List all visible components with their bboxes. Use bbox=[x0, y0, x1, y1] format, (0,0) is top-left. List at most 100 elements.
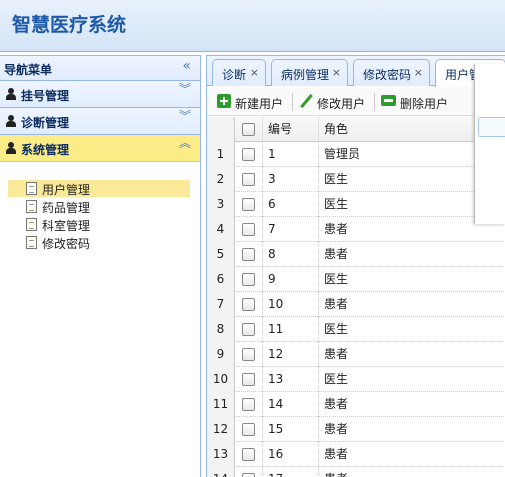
nav-section-registration[interactable]: 挂号管理 ︾ bbox=[0, 81, 200, 108]
row-checkbox[interactable] bbox=[242, 148, 255, 161]
table-row[interactable]: 8 11 医生 bbox=[207, 317, 505, 342]
user-role-cell: 医生 bbox=[324, 172, 349, 186]
row-select-cell bbox=[235, 292, 263, 317]
row-select-cell bbox=[235, 442, 263, 467]
table-row[interactable]: 12 15 患者 bbox=[207, 417, 505, 442]
menu-item[interactable] bbox=[478, 117, 505, 137]
tab-change-password[interactable]: 修改密码 × bbox=[353, 59, 430, 86]
row-select-cell bbox=[235, 142, 263, 167]
user-role-cell: 患者 bbox=[324, 297, 349, 311]
collapse-chevron-icon[interactable]: ︽ bbox=[179, 137, 191, 149]
user-icon bbox=[6, 115, 16, 127]
nav-item-label: 药品管理 bbox=[42, 201, 91, 215]
row-checkbox[interactable] bbox=[242, 198, 255, 211]
table-row[interactable]: 3 6 医生 bbox=[207, 192, 505, 217]
user-id-cell: 17 bbox=[263, 467, 319, 477]
table-row[interactable]: 2 3 医生 bbox=[207, 167, 505, 192]
row-select-cell bbox=[235, 167, 263, 192]
row-number-header bbox=[207, 117, 235, 142]
table-row[interactable]: 13 16 患者 bbox=[207, 442, 505, 467]
nav-section-system[interactable]: 系统管理 ︽ bbox=[0, 135, 200, 162]
user-id-cell: 1 bbox=[263, 142, 319, 167]
user-id-cell: 10 bbox=[263, 292, 319, 317]
row-checkbox[interactable] bbox=[242, 348, 255, 361]
row-number: 14 bbox=[207, 467, 235, 477]
close-icon[interactable]: × bbox=[332, 66, 341, 79]
row-number: 8 bbox=[207, 317, 235, 342]
column-header-role[interactable]: 角色 bbox=[319, 117, 479, 142]
tab-diagnosis[interactable]: 诊断 × bbox=[212, 59, 266, 86]
user-role-cell: 患者 bbox=[324, 447, 349, 461]
new-user-button[interactable]: 新建用户 bbox=[217, 92, 289, 112]
row-checkbox[interactable] bbox=[242, 398, 255, 411]
row-checkbox[interactable] bbox=[242, 423, 255, 436]
nav-item-change-password[interactable]: 修改密码 bbox=[8, 234, 190, 251]
row-number: 10 bbox=[207, 367, 235, 392]
user-role-cell: 患者 bbox=[324, 397, 349, 411]
table-row[interactable]: 14 17患者 bbox=[207, 467, 505, 477]
app-header: 智慧医疗系统 bbox=[0, 0, 505, 52]
dropdown-menu bbox=[474, 64, 505, 224]
add-icon bbox=[217, 94, 231, 108]
row-checkbox[interactable] bbox=[242, 248, 255, 261]
row-number: 9 bbox=[207, 342, 235, 367]
user-role-cell: 医生 bbox=[324, 322, 349, 336]
close-icon[interactable]: × bbox=[250, 66, 259, 79]
table-row[interactable]: 9 12 患者 bbox=[207, 342, 505, 367]
row-select-cell bbox=[235, 317, 263, 342]
table-row[interactable]: 5 8 患者 bbox=[207, 242, 505, 267]
close-icon[interactable]: × bbox=[414, 66, 423, 79]
nav-header: 导航菜单 « bbox=[0, 56, 200, 81]
row-number: 4 bbox=[207, 217, 235, 242]
table-row[interactable]: 4 7 患者 bbox=[207, 217, 505, 242]
remove-icon bbox=[381, 95, 396, 106]
nav-item-label: 用户管理 bbox=[42, 183, 91, 197]
table-row[interactable]: 10 13 医生 bbox=[207, 367, 505, 392]
table-row[interactable]: 1 1 管理员 bbox=[207, 142, 505, 167]
toolbar: 新建用户 修改用户 删除用户 bbox=[207, 87, 505, 116]
row-select-cell bbox=[235, 342, 263, 367]
nav-section-diagnosis[interactable]: 诊断管理 ︾ bbox=[0, 108, 200, 135]
row-checkbox[interactable] bbox=[242, 448, 255, 461]
row-checkbox[interactable] bbox=[242, 223, 255, 236]
row-checkbox[interactable] bbox=[242, 373, 255, 386]
expand-chevron-icon[interactable]: ︾ bbox=[179, 110, 191, 122]
delete-user-button[interactable]: 删除用户 bbox=[381, 92, 453, 112]
user-id-cell: 12 bbox=[263, 342, 319, 367]
user-id-cell: 14 bbox=[263, 392, 319, 417]
user-id-cell: 16 bbox=[263, 442, 319, 467]
row-number: 2 bbox=[207, 167, 235, 192]
row-number: 11 bbox=[207, 392, 235, 417]
row-select-cell bbox=[235, 367, 263, 392]
row-checkbox[interactable] bbox=[242, 273, 255, 286]
nav-item-drugs[interactable]: 药品管理 bbox=[8, 198, 190, 215]
nav-tree: 用户管理 药品管理 科室管理 修改密码 bbox=[0, 162, 200, 362]
nav-item-departments[interactable]: 科室管理 bbox=[8, 216, 190, 233]
edit-user-button[interactable]: 修改用户 bbox=[299, 92, 371, 112]
collapse-panel-icon[interactable]: « bbox=[182, 58, 191, 74]
button-label: 新建用户 bbox=[235, 97, 284, 111]
user-role-cell: 患者 bbox=[319, 467, 479, 477]
row-checkbox[interactable] bbox=[242, 473, 255, 477]
user-id-cell: 9 bbox=[263, 267, 319, 292]
nav-section-label: 挂号管理 bbox=[21, 89, 70, 103]
button-label: 删除用户 bbox=[400, 97, 449, 111]
table-row[interactable]: 11 14 患者 bbox=[207, 392, 505, 417]
row-number: 5 bbox=[207, 242, 235, 267]
tab-case-management[interactable]: 病例管理 × bbox=[271, 59, 348, 86]
select-all-checkbox[interactable] bbox=[242, 123, 255, 136]
column-header-id[interactable]: 编号 bbox=[263, 117, 319, 142]
row-checkbox[interactable] bbox=[242, 323, 255, 336]
navigation-panel: 导航菜单 « 挂号管理 ︾ 诊断管理 ︾ 系统管理 ︽ 用户管理 药品管理 科室… bbox=[0, 55, 201, 477]
nav-item-users[interactable]: 用户管理 bbox=[8, 180, 190, 197]
row-checkbox[interactable] bbox=[242, 173, 255, 186]
user-role-cell: 医生 bbox=[324, 197, 349, 211]
expand-chevron-icon[interactable]: ︾ bbox=[179, 83, 191, 95]
table-row[interactable]: 7 10 患者 bbox=[207, 292, 505, 317]
row-checkbox[interactable] bbox=[242, 298, 255, 311]
row-number: 1 bbox=[207, 142, 235, 167]
tab-label: 修改密码 bbox=[363, 68, 412, 82]
user-role-cell: 管理员 bbox=[324, 147, 361, 161]
row-select-cell bbox=[235, 417, 263, 442]
table-row[interactable]: 6 9 医生 bbox=[207, 267, 505, 292]
